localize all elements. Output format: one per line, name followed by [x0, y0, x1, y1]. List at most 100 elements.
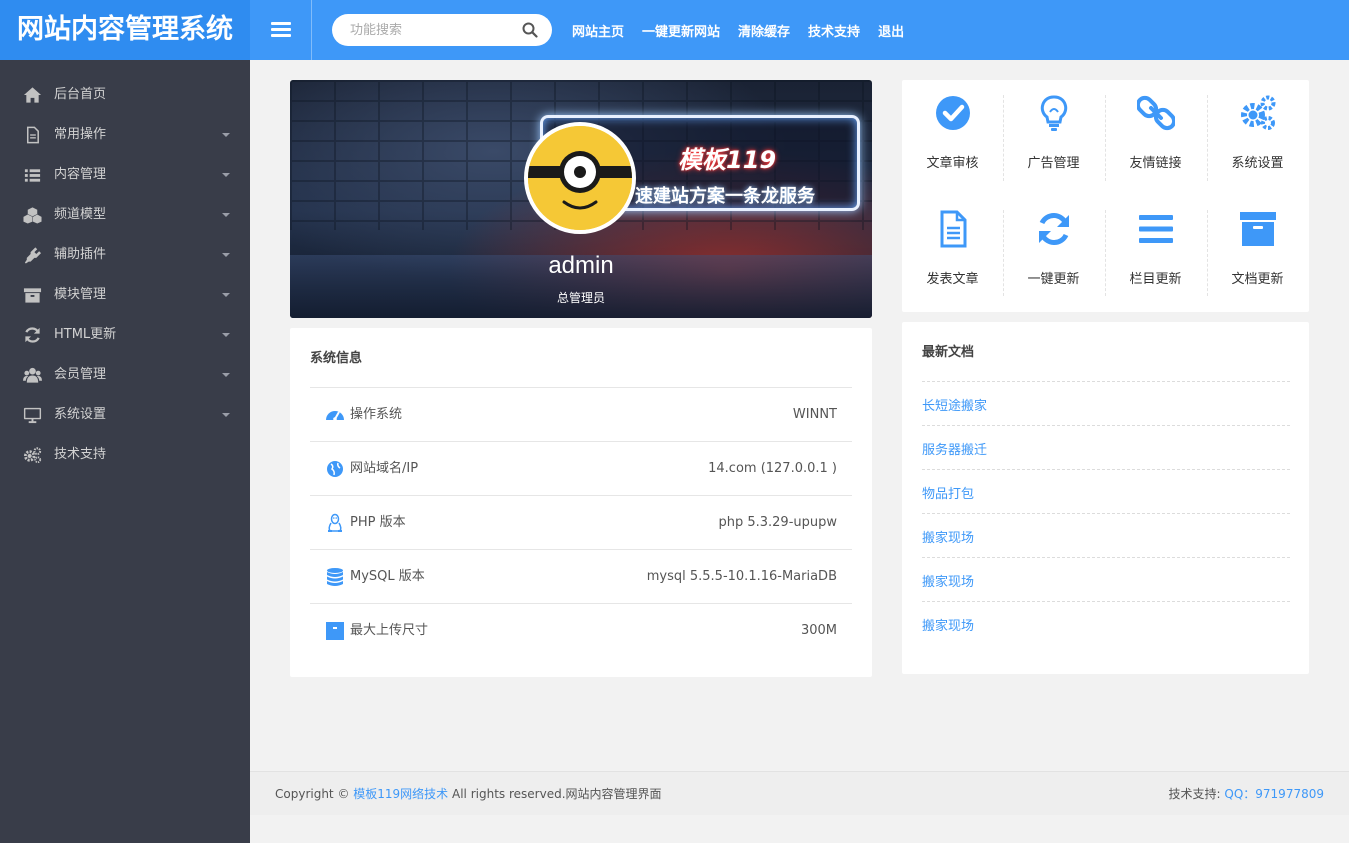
top-header: 网站内容管理系统 网站主页 一键更新网站 清除缓存 技术支持 退出 — [0, 0, 1349, 60]
menu-toggle-button[interactable] — [250, 0, 312, 60]
plug-icon — [24, 247, 42, 264]
list-icon — [24, 169, 41, 182]
company-link[interactable]: 模板119网络技术 — [353, 787, 448, 801]
sysinfo-label: MySQL 版本 — [350, 569, 425, 584]
refresh-icon — [1039, 213, 1069, 245]
app-logo[interactable]: 网站内容管理系统 — [0, 0, 250, 60]
quick-label: 系统设置 — [1231, 156, 1284, 171]
recent-doc-link[interactable]: 搬家现场 — [922, 615, 974, 634]
recent-doc-link[interactable]: 长短途搬家 — [922, 395, 987, 414]
recent-doc-link[interactable]: 物品打包 — [922, 483, 974, 502]
archive-icon — [23, 288, 42, 303]
sysinfo-value: 14.com (127.0.0.1 ) — [708, 461, 837, 476]
sysinfo-row-os: 操作系统 WINNT — [310, 387, 852, 441]
sysinfo-value: WINNT — [792, 407, 837, 422]
cogs-icon — [1241, 95, 1276, 130]
quick-label: 广告管理 — [1027, 156, 1080, 171]
nav-logout-link[interactable]: 退出 — [878, 21, 904, 40]
nav-support-link[interactable]: 技术支持 — [808, 21, 860, 40]
sysinfo-label: 最大上传尺寸 — [350, 623, 429, 638]
avatar[interactable] — [524, 122, 636, 234]
chevron-down-icon — [222, 293, 230, 297]
refresh-icon — [25, 327, 40, 343]
sidebar-item-html-update[interactable]: HTML更新 — [0, 315, 250, 355]
sysinfo-row-mysql: MySQL 版本 mysql 5.5.5-10.1.16-MariaDB — [310, 549, 852, 603]
chevron-down-icon — [222, 373, 230, 377]
quick-article-review[interactable]: 文章审核 — [902, 80, 1003, 171]
footer: Copyright © 模板119网络技术 All rights reserve… — [250, 771, 1349, 815]
link-icon — [1137, 95, 1175, 131]
quick-column-update[interactable]: 栏目更新 — [1105, 196, 1206, 287]
sysinfo-row-domain: 网站域名/IP 14.com (127.0.0.1 ) — [310, 441, 852, 495]
sidebar-item-modules[interactable]: 模块管理 — [0, 275, 250, 315]
system-info-title: 系统信息 — [310, 351, 363, 366]
quick-publish-article[interactable]: 发表文章 — [902, 196, 1003, 287]
sysinfo-row-php: PHP 版本 php 5.3.29-upupw — [310, 495, 852, 549]
copyright-suffix: All rights reserved.网站内容管理界面 — [452, 787, 662, 801]
copyright-prefix: Copyright © — [275, 787, 350, 801]
sysinfo-label: 网站域名/IP — [350, 461, 419, 476]
sysinfo-label: 操作系统 — [350, 407, 403, 422]
support-label: 技术支持: — [1168, 787, 1221, 801]
quick-label: 一键更新 — [1027, 272, 1080, 287]
quick-actions-card: 文章审核 广告管理 友情链接 系统设置 发表文章 一键更新 栏目更新 文档更新 — [902, 80, 1309, 312]
quick-label: 友情链接 — [1129, 156, 1182, 171]
sidebar-item-label: 常用操作 — [54, 127, 107, 142]
chevron-down-icon — [222, 213, 230, 217]
nav-update-site-link[interactable]: 一键更新网站 — [642, 21, 720, 40]
recent-doc-link[interactable]: 服务器搬迁 — [922, 439, 987, 458]
quick-ad-manage[interactable]: 广告管理 — [1003, 80, 1104, 171]
sidebar-item-content[interactable]: 内容管理 — [0, 155, 250, 195]
sidebar-item-label: 内容管理 — [54, 167, 107, 182]
quick-one-click-update[interactable]: 一键更新 — [1003, 196, 1104, 287]
sidebar-item-home[interactable]: 后台首页 — [0, 75, 250, 115]
upload-box-icon — [326, 622, 344, 640]
dashboard-icon — [326, 411, 344, 421]
divider — [922, 425, 1290, 426]
nav-home-link[interactable]: 网站主页 — [572, 21, 624, 40]
chevron-down-icon — [222, 333, 230, 337]
footer-copyright: Copyright © 模板119网络技术 All rights reserve… — [275, 772, 662, 816]
sidebar-item-label: 会员管理 — [54, 367, 107, 382]
admin-username: admin — [548, 252, 614, 279]
sidebar-item-settings[interactable]: 系统设置 — [0, 395, 250, 435]
sysinfo-row-upload: 最大上传尺寸 300M — [310, 603, 852, 657]
sidebar-item-support[interactable]: 技术支持 — [0, 435, 250, 475]
quick-friend-links[interactable]: 友情链接 — [1105, 80, 1206, 171]
chevron-down-icon — [222, 253, 230, 257]
linux-icon — [328, 513, 342, 532]
quick-document-update[interactable]: 文档更新 — [1207, 196, 1308, 287]
sidebar-item-label: 频道模型 — [54, 207, 107, 222]
search-input[interactable] — [350, 14, 510, 46]
search-icon[interactable] — [522, 22, 538, 38]
archive-icon — [1240, 212, 1276, 246]
minion-avatar-icon — [528, 126, 632, 230]
hamburger-icon — [270, 22, 291, 38]
nav-clear-cache-link[interactable]: 清除缓存 — [738, 21, 790, 40]
divider — [922, 557, 1290, 558]
recent-docs-card: 最新文档 长短途搬家 服务器搬迁 物品打包 搬家现场 搬家现场 搬家现场 — [902, 322, 1309, 674]
support-qq-link[interactable]: QQ：971977809 — [1224, 787, 1324, 801]
quick-label: 文章审核 — [926, 156, 979, 171]
recent-doc-link[interactable]: 搬家现场 — [922, 527, 974, 546]
divider — [922, 469, 1290, 470]
file-icon — [26, 126, 39, 144]
sidebar-item-label: 辅助插件 — [54, 247, 107, 262]
search-box — [332, 14, 552, 46]
sidebar-item-members[interactable]: 会员管理 — [0, 355, 250, 395]
database-icon — [327, 568, 343, 586]
divider — [922, 513, 1290, 514]
chevron-down-icon — [222, 133, 230, 137]
footer-support: 技术支持: QQ：971977809 — [1169, 772, 1324, 816]
sidebar-item-channel[interactable]: 频道模型 — [0, 195, 250, 235]
quick-system-settings[interactable]: 系统设置 — [1207, 80, 1308, 171]
divider — [922, 381, 1290, 382]
sidebar-item-label: 技术支持 — [54, 447, 107, 462]
cogs-icon — [23, 447, 42, 464]
sidebar-item-plugins[interactable]: 辅助插件 — [0, 235, 250, 275]
quick-label: 发表文章 — [926, 272, 979, 287]
profile-banner: 模板119 速建站方案一条龙服务 admin 总管理员 — [290, 80, 872, 318]
sysinfo-label: PHP 版本 — [350, 515, 406, 530]
recent-doc-link[interactable]: 搬家现场 — [922, 571, 974, 590]
sidebar-item-common[interactable]: 常用操作 — [0, 115, 250, 155]
